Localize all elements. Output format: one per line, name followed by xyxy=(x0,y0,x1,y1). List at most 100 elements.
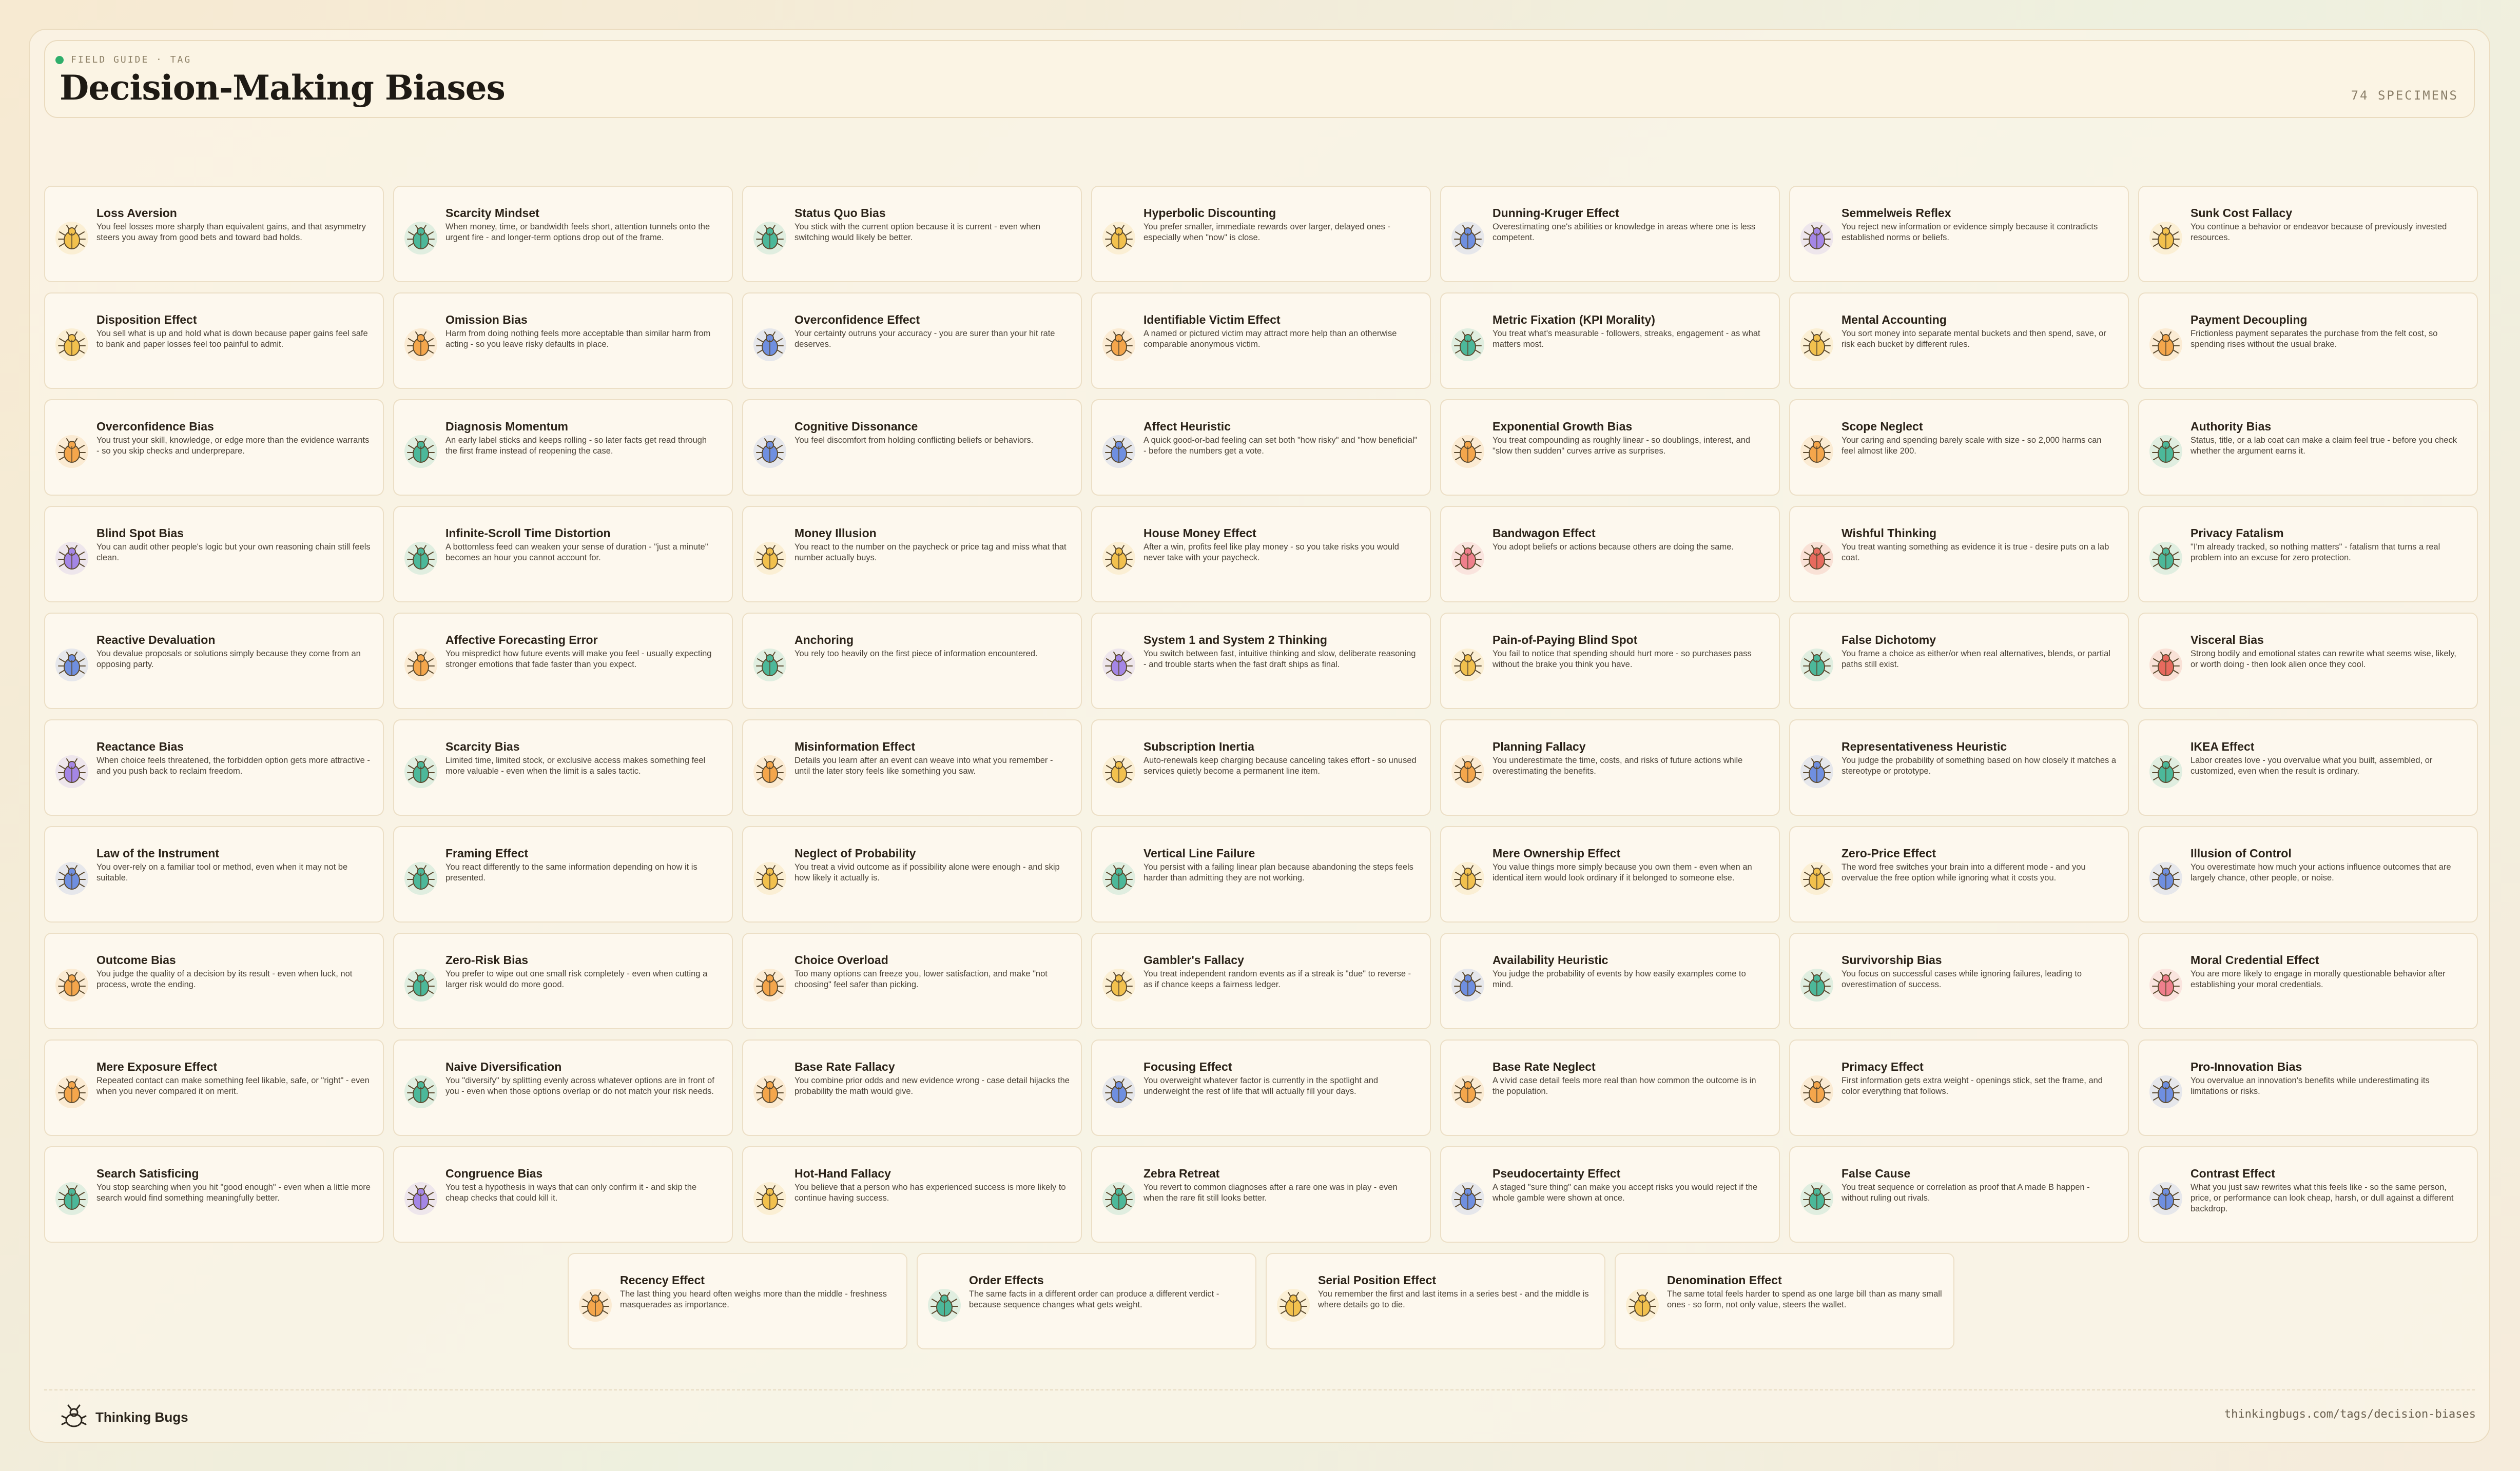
bias-card[interactable]: Visceral Bias Strong bodily and emotional… xyxy=(2138,613,2478,709)
bias-card[interactable]: Status Quo Bias You stick with the curren… xyxy=(742,186,1082,282)
bias-description: Strong bodily and emotional states can r… xyxy=(2191,649,2456,669)
bias-card[interactable]: Mental Accounting You sort money into sep… xyxy=(1789,292,2129,389)
bug-icon xyxy=(753,435,786,468)
bias-card[interactable]: Congruence Bias You test a hypothesis in … xyxy=(393,1146,733,1243)
bug-icon xyxy=(55,328,88,361)
bias-card[interactable]: Money Illusion You react to the number on… xyxy=(742,506,1082,602)
bias-card[interactable]: Zero-Risk Bias You prefer to wipe out one… xyxy=(393,933,733,1029)
bias-card[interactable]: Privacy Fatalism "I'm already tracked, so… xyxy=(2138,506,2478,602)
bias-card[interactable]: Availability Heuristic You judge the prob… xyxy=(1440,933,1780,1029)
bias-name: Moral Credential Effect xyxy=(2191,953,2319,967)
bias-card[interactable]: Vertical Line Failure You persist with a … xyxy=(1091,826,1431,923)
bias-card[interactable]: Diagnosis Momentum An early label sticks … xyxy=(393,399,733,496)
bias-card[interactable]: Pseudocertainty Effect A staged "sure thi… xyxy=(1440,1146,1780,1243)
bias-card[interactable]: Serial Position Effect You remember the f… xyxy=(1266,1253,1605,1349)
bias-card[interactable]: Disposition Effect You sell what is up an… xyxy=(44,292,384,389)
bias-card[interactable]: Semmelweis Reflex You reject new informat… xyxy=(1789,186,2129,282)
bias-name: System 1 and System 2 Thinking xyxy=(1143,633,1327,646)
bias-description: You continue a behavior or endeavor beca… xyxy=(2191,222,2447,242)
bias-card[interactable]: Pain-of-Paying Blind Spot You fail to not… xyxy=(1440,613,1780,709)
bias-card[interactable]: Scarcity Bias Limited time, limited stock… xyxy=(393,719,733,816)
bias-card[interactable]: Subscription Inertia Auto-renewals keep c… xyxy=(1091,719,1431,816)
bias-card[interactable]: Pro-Innovation Bias You overvalue an inno… xyxy=(2138,1039,2478,1136)
bias-card[interactable]: Illusion of Control You overestimate how … xyxy=(2138,826,2478,923)
bias-card[interactable]: Mere Exposure Effect Repeated contact can… xyxy=(44,1039,384,1136)
bias-card[interactable]: Sunk Cost Fallacy You continue a behavior… xyxy=(2138,186,2478,282)
bias-card[interactable]: Zero-Price Effect The word free switches … xyxy=(1789,826,2129,923)
bias-name: Zero-Price Effect xyxy=(1841,847,1936,860)
bias-card[interactable]: Misinformation Effect Details you learn a… xyxy=(742,719,1082,816)
bias-card[interactable]: Hyperbolic Discounting You prefer smaller… xyxy=(1091,186,1431,282)
bias-name: Naive Diversification xyxy=(445,1060,562,1073)
bias-description: What you just saw rewrites what this fee… xyxy=(2191,1183,2454,1213)
bias-card[interactable]: Representativeness Heuristic You judge th… xyxy=(1789,719,2129,816)
bias-description: You stick with the current option becaus… xyxy=(794,222,1041,242)
bias-card[interactable]: Scope Neglect Your caring and spending ba… xyxy=(1789,399,2129,496)
bias-card[interactable]: Recency Effect The last thing you heard o… xyxy=(568,1253,907,1349)
bias-description: An early label sticks and keeps rolling … xyxy=(445,436,707,456)
bias-card[interactable]: Anchoring You rely too heavily on the fir… xyxy=(742,613,1082,709)
bug-icon xyxy=(1102,755,1135,788)
bias-description: You mispredict how future events will ma… xyxy=(445,649,712,669)
bias-card[interactable]: Identifiable Victim Effect A named or pic… xyxy=(1091,292,1431,389)
bias-card[interactable]: Choice Overload Too many options can free… xyxy=(742,933,1082,1029)
bias-card[interactable]: Hot-Hand Fallacy You believe that a perso… xyxy=(742,1146,1082,1243)
bias-card[interactable]: Denomination Effect The same total feels … xyxy=(1615,1253,1954,1349)
bias-card[interactable]: Gambler's Fallacy You treat independent r… xyxy=(1091,933,1431,1029)
bias-name: Misinformation Effect xyxy=(794,740,916,753)
bias-card[interactable]: Zebra Retreat You revert to common diagno… xyxy=(1091,1146,1431,1243)
bias-card[interactable]: Order Effects The same facts in a differe… xyxy=(917,1253,1256,1349)
bias-card[interactable]: Contrast Effect What you just saw rewrite… xyxy=(2138,1146,2478,1243)
bias-card[interactable]: Neglect of Probability You treat a vivid … xyxy=(742,826,1082,923)
bias-name: Reactive Devaluation xyxy=(96,633,216,646)
bias-card[interactable]: Authority Bias Status, title, or a lab co… xyxy=(2138,399,2478,496)
bias-card[interactable]: Reactance Bias When choice feels threaten… xyxy=(44,719,384,816)
bias-card[interactable]: Naive Diversification You "diversify" by … xyxy=(393,1039,733,1136)
bias-name: Scarcity Bias xyxy=(445,740,520,753)
bias-card[interactable]: Survivorship Bias You focus on successful… xyxy=(1789,933,2129,1029)
bias-card[interactable]: False Dichotomy You frame a choice as eit… xyxy=(1789,613,2129,709)
bias-card[interactable]: Primacy Effect First information gets ext… xyxy=(1789,1039,2129,1136)
bias-name: Money Illusion xyxy=(794,526,877,540)
bias-description: You underestimate the time, costs, and r… xyxy=(1492,756,1743,776)
bias-name: Visceral Bias xyxy=(2191,633,2264,646)
bias-card[interactable]: Outcome Bias You judge the quality of a d… xyxy=(44,933,384,1029)
bias-card[interactable]: Infinite-Scroll Time Distortion A bottoml… xyxy=(393,506,733,602)
bias-card[interactable]: Dunning-Kruger Effect Overestimating one'… xyxy=(1440,186,1780,282)
bias-card[interactable]: Focusing Effect You overweight whatever f… xyxy=(1091,1039,1431,1136)
bias-description: You judge the probability of events by h… xyxy=(1492,969,1746,989)
bias-card[interactable]: Payment Decoupling Frictionless payment s… xyxy=(2138,292,2478,389)
bias-card[interactable]: Base Rate Fallacy You combine prior odds … xyxy=(742,1039,1082,1136)
bias-card[interactable]: Wishful Thinking You treat wanting someth… xyxy=(1789,506,2129,602)
bias-card[interactable]: Planning Fallacy You underestimate the ti… xyxy=(1440,719,1780,816)
bias-card[interactable]: Scarcity Mindset When money, time, or ban… xyxy=(393,186,733,282)
bias-card[interactable]: Overconfidence Bias You trust your skill,… xyxy=(44,399,384,496)
bias-name: Representativeness Heuristic xyxy=(1841,740,2007,753)
bias-card[interactable]: Affect Heuristic A quick good-or-bad feel… xyxy=(1091,399,1431,496)
page-url[interactable]: thinkingbugs.com/tags/decision-biases xyxy=(2224,1408,2476,1421)
bias-card[interactable]: Blind Spot Bias You can audit other peopl… xyxy=(44,506,384,602)
bias-card[interactable]: Exponential Growth Bias You treat compoun… xyxy=(1440,399,1780,496)
bias-card[interactable]: Omission Bias Harm from doing nothing fee… xyxy=(393,292,733,389)
bias-card[interactable]: Framing Effect You react differently to t… xyxy=(393,826,733,923)
brand-link[interactable]: Thinking Bugs xyxy=(60,1403,188,1431)
bias-card[interactable]: Reactive Devaluation You devalue proposal… xyxy=(44,613,384,709)
bias-description: You overweight whatever factor is curren… xyxy=(1143,1076,1379,1096)
bias-card[interactable]: Bandwagon Effect You adopt beliefs or act… xyxy=(1440,506,1780,602)
bias-card[interactable]: Mere Ownership Effect You value things mo… xyxy=(1440,826,1780,923)
bias-card[interactable]: Law of the Instrument You over-rely on a … xyxy=(44,826,384,923)
bias-card[interactable]: Moral Credential Effect You are more like… xyxy=(2138,933,2478,1029)
bias-card[interactable]: Overconfidence Effect Your certainty outr… xyxy=(742,292,1082,389)
bias-card[interactable]: IKEA Effect Labor creates love - you over… xyxy=(2138,719,2478,816)
bias-card[interactable]: System 1 and System 2 Thinking You switch… xyxy=(1091,613,1431,709)
bug-icon xyxy=(1800,542,1833,575)
bias-card[interactable]: Affective Forecasting Error You mispredic… xyxy=(393,613,733,709)
bias-card[interactable]: False Cause You treat sequence or correla… xyxy=(1789,1146,2129,1243)
bias-card[interactable]: Cognitive Dissonance You feel discomfort … xyxy=(742,399,1082,496)
bias-card[interactable]: Search Satisficing You stop searching whe… xyxy=(44,1146,384,1243)
bias-card[interactable]: House Money Effect After a win, profits f… xyxy=(1091,506,1431,602)
bias-card[interactable]: Metric Fixation (KPI Morality) You treat … xyxy=(1440,292,1780,389)
bias-card[interactable]: Base Rate Neglect A vivid case detail fee… xyxy=(1440,1039,1780,1136)
bias-card[interactable]: Loss Aversion You feel losses more sharpl… xyxy=(44,186,384,282)
bug-icon xyxy=(753,328,786,361)
